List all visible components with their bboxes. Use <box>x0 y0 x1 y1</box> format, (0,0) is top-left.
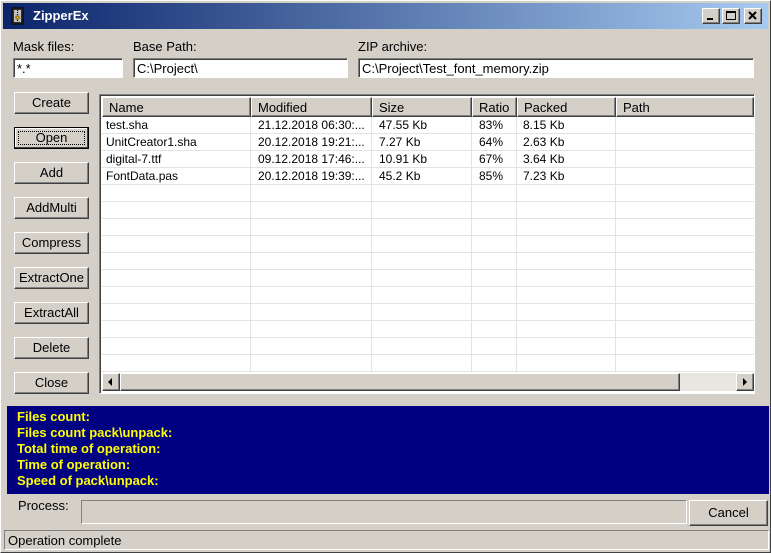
cell-name[interactable]: UnitCreator1.sha <box>102 134 250 151</box>
grid-line <box>102 354 754 355</box>
cancel-button[interactable]: Cancel <box>689 500 768 526</box>
cell-modified: 20.12.2018 19:39:... <box>258 169 365 183</box>
arrow-left-icon <box>108 378 112 386</box>
grid-line <box>102 371 754 372</box>
zip-archive-input[interactable]: C:\Project\Test_font_memory.zip <box>358 58 754 78</box>
grid-line <box>102 320 754 321</box>
column-header-modified[interactable]: Modified <box>251 97 372 117</box>
base-path-input[interactable]: C:\Project\ <box>133 58 348 78</box>
cell-modified: 20.12.2018 19:21:... <box>258 135 365 149</box>
column-header-ratio[interactable]: Ratio <box>472 97 517 117</box>
cell-packed: 8.15 Kb <box>523 118 565 132</box>
cell-packed: 3.64 Kb <box>523 152 565 166</box>
zip-archive-label: ZIP archive: <box>358 39 428 54</box>
base-path-label: Base Path: <box>133 39 197 54</box>
grid-line <box>102 235 754 236</box>
close-window-button[interactable] <box>744 8 762 24</box>
grid-line <box>102 218 754 219</box>
list-body: test.sha 21.12.2018 06:30:... 47.55 Kb 8… <box>102 117 754 372</box>
grid-line <box>102 286 754 287</box>
list-header: Name Modified Size Ratio Packed Path <box>102 97 754 117</box>
extractall-button[interactable]: ExtractAll <box>14 302 89 324</box>
cell-ratio: 64% <box>479 135 504 149</box>
grid-line <box>102 252 754 253</box>
files-count-pack-text: Files count pack\unpack: <box>17 425 173 440</box>
compress-button[interactable]: Compress <box>14 232 89 254</box>
cell-name[interactable]: digital-7.ttf <box>102 151 250 168</box>
cell-modified: 09.12.2018 17:46:... <box>258 152 365 166</box>
process-progress-bar <box>81 500 687 524</box>
cell-size: 47.55 Kb <box>379 118 428 132</box>
close-icon <box>748 11 757 20</box>
scroll-thumb[interactable] <box>120 373 680 391</box>
open-button[interactable]: Open <box>14 127 89 149</box>
cell-modified: 21.12.2018 06:30:... <box>258 118 365 132</box>
archive-icon <box>9 7 27 25</box>
grid-line <box>250 117 251 372</box>
grid-line <box>371 117 372 372</box>
cell-size: 10.91 Kb <box>379 152 428 166</box>
cell-ratio: 85% <box>479 169 504 183</box>
cell-name[interactable]: FontData.pas <box>102 168 250 185</box>
files-count-text: Files count: <box>17 409 90 424</box>
scroll-left-button[interactable] <box>102 373 120 391</box>
info-panel: Files count: Files count pack\unpack: To… <box>7 406 769 494</box>
speed-text: Speed of pack\unpack: <box>17 473 159 488</box>
column-header-size[interactable]: Size <box>372 97 472 117</box>
maximize-button[interactable] <box>722 8 740 24</box>
maximize-icon <box>726 11 736 20</box>
grid-line <box>102 150 754 151</box>
addmulti-button[interactable]: AddMulti <box>14 197 89 219</box>
minimize-button[interactable] <box>702 8 720 24</box>
process-label: Process: <box>18 498 69 513</box>
column-header-packed[interactable]: Packed <box>517 97 616 117</box>
file-list[interactable]: Name Modified Size Ratio Packed Path tes… <box>99 94 755 394</box>
grid-line <box>471 117 472 372</box>
grid-line <box>516 117 517 372</box>
title-bar[interactable]: ZipperEx <box>3 3 768 29</box>
total-time-text: Total time of operation: <box>17 441 161 456</box>
status-text: Operation complete <box>8 533 122 548</box>
mask-files-label: Mask files: <box>13 39 75 54</box>
main-window: ZipperEx Mask files: Base Path: ZIP arch… <box>0 0 771 553</box>
time-of-operation-text: Time of operation: <box>17 457 131 472</box>
cell-ratio: 83% <box>479 118 504 132</box>
cell-packed: 2.63 Kb <box>523 135 565 149</box>
grid-line <box>615 117 616 372</box>
grid-line <box>102 167 754 168</box>
column-header-name[interactable]: Name <box>102 97 251 117</box>
grid-line <box>102 303 754 304</box>
grid-line <box>102 201 754 202</box>
status-bar: Operation complete <box>4 530 769 550</box>
grid-line <box>102 184 754 185</box>
create-button[interactable]: Create <box>14 92 89 114</box>
cell-ratio: 67% <box>479 152 504 166</box>
column-header-path[interactable]: Path <box>616 97 754 117</box>
extractone-button[interactable]: ExtractOne <box>14 267 89 289</box>
delete-button[interactable]: Delete <box>14 337 89 359</box>
add-button[interactable]: Add <box>14 162 89 184</box>
cell-size: 7.27 Kb <box>379 135 421 149</box>
grid-line <box>102 269 754 270</box>
cell-size: 45.2 Kb <box>379 169 421 183</box>
close-button[interactable]: Close <box>14 372 89 394</box>
cell-packed: 7.23 Kb <box>523 169 565 183</box>
minimize-icon <box>707 18 713 20</box>
grid-line <box>102 337 754 338</box>
arrow-right-icon <box>743 378 747 386</box>
mask-files-input[interactable]: *.* <box>13 58 123 78</box>
scroll-right-button[interactable] <box>736 373 754 391</box>
grid-line <box>102 133 754 134</box>
cell-name[interactable]: test.sha <box>102 117 250 134</box>
horizontal-scrollbar[interactable] <box>102 373 754 391</box>
window-title: ZipperEx <box>33 8 89 23</box>
